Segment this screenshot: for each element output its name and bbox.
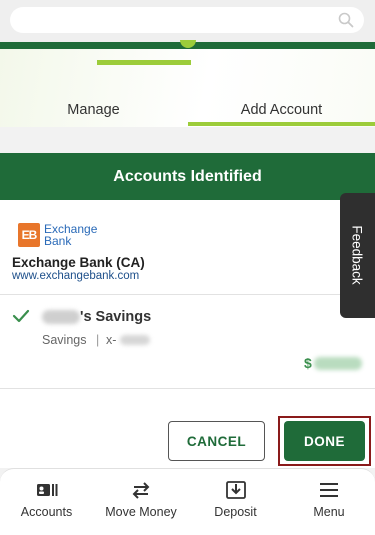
account-number-prefix: x- [106,333,117,347]
active-tab-indicator [188,122,375,126]
cancel-button[interactable]: CANCEL [168,421,265,461]
checkmark-icon[interactable] [12,308,30,324]
search-bar[interactable] [10,7,364,33]
accounts-icon [36,484,57,496]
nav-item-move-money[interactable]: Move Money [93,469,189,535]
divider [0,294,375,295]
nav-item-deposit[interactable]: Deposit [189,469,282,535]
feedback-label: Feedback [349,225,365,285]
nav-label-move-money: Move Money [105,505,177,519]
nav-label-deposit: Deposit [214,505,257,519]
bank-logo-line2: Bank [44,234,72,248]
institution-name: Exchange Bank (CA) [12,255,145,270]
nav-item-accounts[interactable]: Accounts [0,469,93,535]
redacted-balance [314,357,362,370]
account-name: 's Savings [80,309,152,325]
nav-label-accounts: Accounts [20,505,73,519]
tab-manage-label: Manage [67,102,120,118]
balance-currency-symbol: $ [304,355,312,371]
search-icon[interactable] [338,12,354,28]
bank-logo-text: Exchange Bank [44,223,97,247]
account-type: Savings [42,333,87,347]
tab-add-account-label: Add Account [240,102,323,118]
institution-url: www.exchangebank.com [12,270,140,282]
redacted-account-owner [42,310,80,324]
bottom-nav: Accounts Move Money Deposit Menu [0,468,375,535]
divider [0,388,375,389]
done-button[interactable]: DONE [284,421,365,461]
done-button-label: DONE [303,433,345,449]
tab-manage[interactable]: Manage [0,93,187,127]
nav-active-indicator [97,60,191,65]
cancel-button-label: CANCEL [186,433,247,449]
section-header: Accounts Identified [0,153,375,200]
search-input[interactable] [10,7,320,33]
bank-logo: EB Exchange Bank [18,222,97,248]
bank-logo-mark: EB [18,223,40,247]
transfer-arrows-icon [132,482,150,499]
redacted-account-number [120,335,150,345]
hamburger-menu-icon [320,483,338,497]
top-search-area [0,0,375,42]
nav-item-menu[interactable]: Menu [283,469,375,535]
section-title: Accounts Identified [113,167,262,185]
deposit-icon [225,481,246,499]
accounts-card: EB Exchange Bank Exchange Bank (CA) www.… [0,200,375,468]
nav-label-menu: Menu [313,505,345,519]
account-type-separator: | [96,333,100,347]
